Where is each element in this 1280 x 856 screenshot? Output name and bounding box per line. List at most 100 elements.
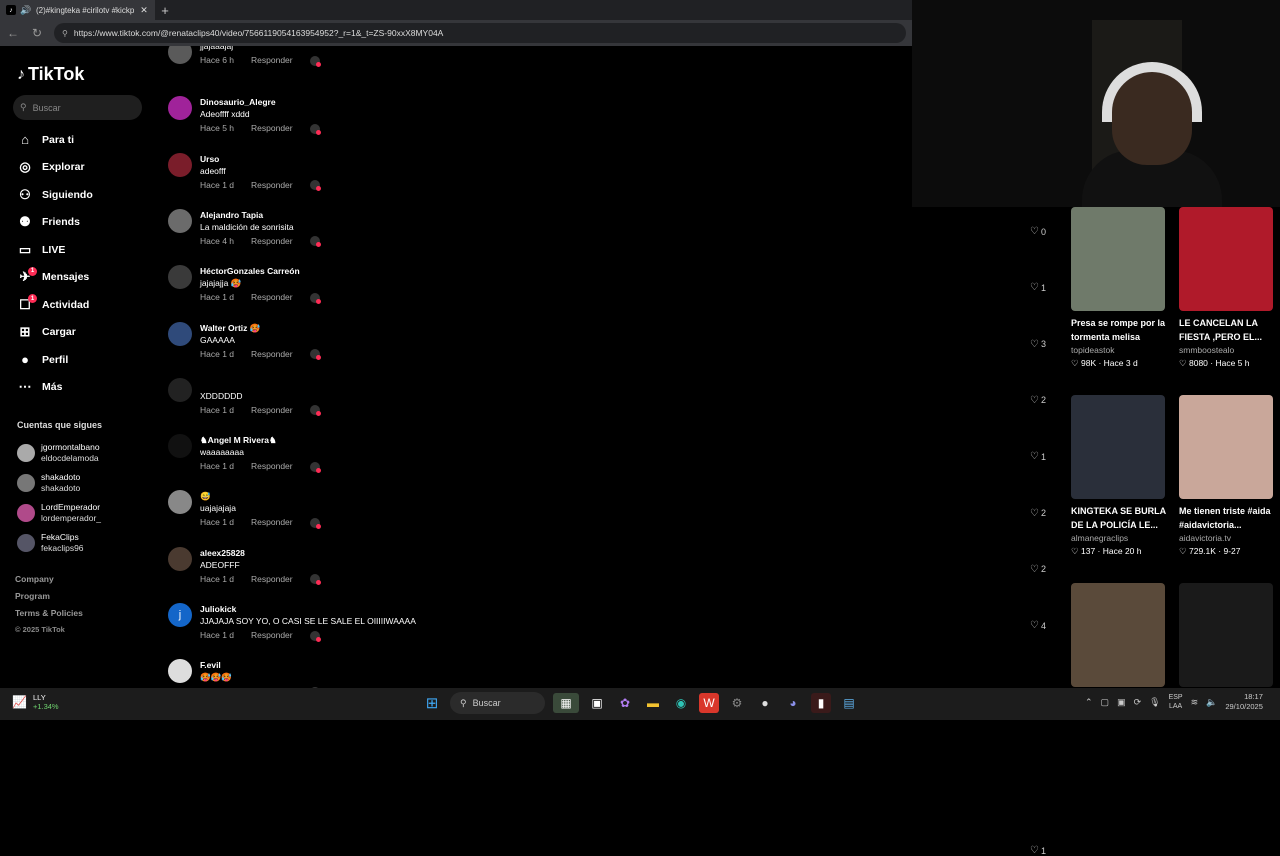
reply-button[interactable]: Responder [251, 121, 293, 136]
video-thumbnail[interactable] [1179, 207, 1273, 311]
avatar[interactable] [168, 96, 192, 121]
comment-like[interactable]: ♡ 2 [1030, 395, 1046, 406]
chevron-up-icon[interactable]: ⌃ [1085, 697, 1093, 708]
reply-button[interactable]: Responder [251, 515, 293, 530]
video-author[interactable]: almanegraclips [1071, 532, 1167, 544]
video-author[interactable]: topideastok [1071, 344, 1167, 356]
recommended-video-card[interactable]: Me tienen triste #aida #aidavictoria... a… [1179, 395, 1275, 558]
notepad-icon[interactable]: ▤ [839, 693, 859, 713]
comment-username[interactable]: ♞Angel M Rivera♞ [200, 434, 320, 446]
comment-username[interactable]: HéctorGonzales Carreón [200, 265, 320, 277]
sidebar-item-mensajes[interactable]: ✈ 1 Mensajes [0, 264, 155, 292]
stock-widget[interactable]: 📈 LLY +1.34% [12, 693, 59, 711]
tray-app-icon[interactable]: ▢ [1101, 697, 1110, 708]
sidebar-item-explorar[interactable]: ◎ Explorar [0, 154, 155, 182]
reply-button[interactable]: Responder [251, 53, 293, 68]
comment-like[interactable]: ♡ 2 [1030, 508, 1046, 519]
comment-username[interactable]: Urso [200, 153, 320, 165]
reply-button[interactable]: Responder [251, 178, 293, 193]
recommended-video-card[interactable] [1071, 583, 1167, 687]
language-indicator[interactable]: ESP LAA [1169, 693, 1183, 711]
program-link[interactable]: Program [15, 591, 83, 608]
comment-like[interactable]: ♡ 1 [1030, 845, 1046, 856]
comment-username[interactable]: Juliokick [200, 603, 416, 615]
following-account[interactable]: FekaClips fekaclips96 [17, 528, 101, 558]
clock[interactable]: 18:17 29/10/2025 [1225, 692, 1263, 712]
sidebar-item-perfil[interactable]: ● Perfil [0, 346, 155, 374]
sidebar-item-para-ti[interactable]: ⌂ Para ti [0, 126, 155, 154]
recommended-video-card[interactable]: KINGTEKA SE BURLA DE LA POLICÍA LE... alm… [1071, 395, 1167, 558]
avatar[interactable] [168, 265, 192, 290]
speaker-icon[interactable]: 🔊 [20, 5, 31, 15]
site-info-icon[interactable]: ⚲ [62, 29, 68, 38]
video-author[interactable]: smmboostealo [1179, 344, 1275, 356]
recommended-video-card[interactable]: Presa se rompe por la tormenta melisa top… [1071, 207, 1167, 370]
comment-like[interactable]: ♡ 2 [1030, 564, 1046, 575]
sidebar-item-friends[interactable]: ⚉ Friends [0, 209, 155, 237]
reply-button[interactable]: Responder [251, 234, 293, 249]
following-account[interactable]: LordEmperador lordemperador_ [17, 498, 101, 528]
video-thumbnail[interactable] [1071, 395, 1165, 499]
video-thumbnail[interactable] [1071, 207, 1165, 311]
comment-like[interactable]: ♡ 3 [1030, 339, 1046, 350]
browser-tab[interactable]: ♪ 🔊 (2)#kingteka #cirilotv #kickp ✕ [0, 0, 155, 20]
close-tab-icon[interactable]: ✕ [139, 5, 149, 15]
video-thumbnail[interactable] [1179, 583, 1273, 687]
comment-username[interactable]: aleex25828 [200, 547, 320, 559]
tray-app2-icon[interactable]: ▣ [1117, 697, 1126, 708]
file-explorer-icon[interactable]: ▬ [643, 693, 663, 713]
comment-username[interactable]: Dinosaurio_Alegre [200, 96, 320, 108]
obs-icon[interactable]: ● [755, 693, 775, 713]
wifi-icon[interactable]: ≋ [1191, 697, 1199, 708]
avatar[interactable] [168, 546, 192, 571]
windows-start-icon[interactable]: ⊞ [422, 693, 442, 713]
avatar[interactable] [168, 377, 192, 402]
video-title[interactable]: KINGTEKA SE BURLA DE LA POLICÍA LE... [1071, 504, 1167, 532]
following-account[interactable]: shakadoto shakadoto [17, 468, 101, 498]
reply-button[interactable]: Responder [251, 572, 293, 587]
video-title[interactable]: LE CANCELAN LA FIESTA ,PERO EL... [1179, 316, 1275, 344]
video-thumbnail[interactable] [1071, 583, 1165, 687]
comment-like[interactable]: ♡ 0 [1030, 226, 1046, 237]
company-link[interactable]: Company [15, 574, 83, 591]
recommended-video-card[interactable]: LE CANCELAN LA FIESTA ,PERO EL... smmboos… [1179, 207, 1275, 370]
comment-username[interactable]: F.evil [200, 659, 320, 671]
edge-icon[interactable]: ◉ [671, 693, 691, 713]
volume-icon[interactable]: 🔈 [1206, 697, 1217, 708]
reply-button[interactable]: Responder [251, 403, 293, 418]
reply-button[interactable]: Responder [251, 628, 293, 643]
reply-button[interactable]: Responder [251, 459, 293, 474]
tiktok-logo[interactable]: ♪ TikTok [17, 64, 84, 85]
avatar[interactable] [168, 659, 192, 684]
avatar[interactable] [168, 434, 192, 459]
discord-icon[interactable]: ◕ [783, 693, 803, 713]
sidebar-item-live[interactable]: ▭ LIVE [0, 236, 155, 264]
sidebar-item-más[interactable]: ⋯ Más [0, 374, 155, 402]
task-view-icon[interactable]: ▣ [587, 693, 607, 713]
copilot-icon[interactable]: ✿ [615, 693, 635, 713]
taskbar-search[interactable]: ⚲ Buscar [450, 692, 545, 714]
url-field[interactable]: ⚲ https://www.tiktok.com/@renataclips40/… [54, 23, 906, 43]
avatar[interactable]: j [168, 603, 192, 627]
avatar[interactable] [168, 490, 192, 515]
recommended-video-card[interactable] [1179, 583, 1275, 687]
comment-username[interactable]: 😅 [200, 490, 320, 502]
avatar[interactable] [168, 46, 192, 64]
sync-icon[interactable]: ⟳ [1134, 697, 1142, 708]
back-icon[interactable]: ← [6, 26, 20, 40]
video-thumbnail[interactable] [1179, 395, 1273, 499]
new-tab-button[interactable]: + [155, 0, 175, 20]
video-title[interactable]: Me tienen triste #aida #aidavictoria... [1179, 504, 1275, 532]
video-author[interactable]: aidavictoria.tv [1179, 532, 1275, 544]
office-icon[interactable]: W [699, 693, 719, 713]
following-account[interactable]: jgormontalbano eldocdelamoda [17, 438, 101, 468]
widgets-icon[interactable]: ▦ [553, 693, 579, 713]
comment-like[interactable]: ♡ 1 [1030, 451, 1046, 462]
comment-username[interactable]: ㅤ [200, 378, 320, 390]
settings-icon[interactable]: ⚙ [727, 693, 747, 713]
comment-like[interactable]: ♡ 4 [1030, 620, 1046, 631]
avatar[interactable] [168, 208, 192, 233]
capcut-icon[interactable]: ▮ [811, 693, 831, 713]
sidebar-item-siguiendo[interactable]: ⚇ Siguiendo [0, 181, 155, 209]
video-title[interactable]: Presa se rompe por la tormenta melisa [1071, 316, 1167, 344]
